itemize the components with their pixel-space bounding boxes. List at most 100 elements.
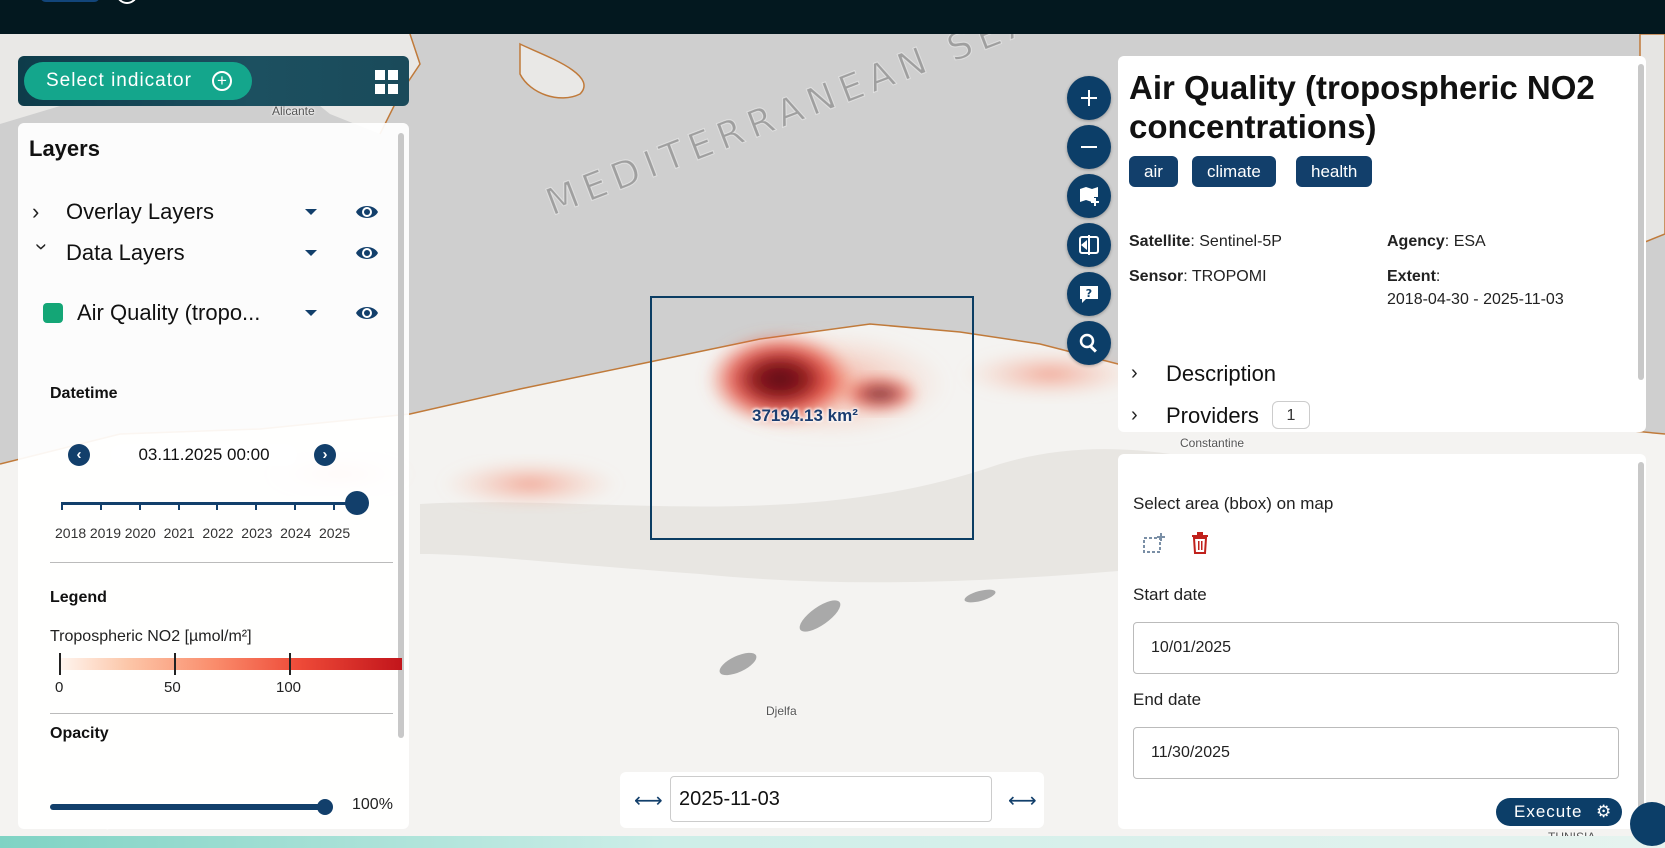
layer-group-overlay[interactable]: › Overlay Layers	[18, 194, 398, 230]
year-label: 2020	[124, 525, 156, 541]
year-tick	[255, 502, 258, 510]
legend-label: Legend	[50, 589, 107, 606]
meta-agency: Agency: ESA	[1387, 233, 1486, 250]
start-date-input[interactable]: 10/01/2025	[1133, 622, 1619, 674]
minus-icon	[1081, 146, 1097, 148]
indicator-title: Air Quality (tropospheric NO2 concentrat…	[1129, 69, 1595, 145]
year-label: 2024	[280, 525, 312, 541]
process-panel: Select area (bbox) on map Start date 10/…	[1118, 454, 1646, 829]
indicator-bar: Select indicator +	[18, 56, 409, 106]
chevron-right-icon[interactable]: ›	[32, 201, 52, 223]
map-plus-icon	[1080, 187, 1099, 206]
year-tick	[216, 502, 219, 510]
description-expander[interactable]: › Description	[1118, 359, 1518, 389]
year-tick	[294, 502, 297, 510]
chevron-left-icon[interactable]: ‹	[68, 444, 90, 466]
layer-item-air-quality[interactable]: Air Quality (tropo...	[18, 295, 398, 331]
execute-button[interactable]: Execute ⚙	[1496, 798, 1622, 826]
add-map-layer-button[interactable]	[1067, 174, 1111, 218]
divider	[50, 562, 393, 563]
year-tick	[138, 502, 141, 510]
zoom-out-button[interactable]	[1067, 125, 1111, 169]
info-scrollbar[interactable]	[1638, 64, 1644, 380]
year-slider-track[interactable]	[61, 502, 361, 505]
tag-chip[interactable]: air	[1129, 156, 1178, 187]
chevron-down-icon[interactable]: ›	[30, 243, 55, 263]
tag-chip[interactable]: health	[1296, 156, 1373, 187]
providers-label: Providers	[1166, 403, 1259, 428]
help-button[interactable]: ?	[1067, 272, 1111, 316]
datetime-input[interactable]: 03.11.2025 00:00	[111, 444, 297, 466]
legend-tick	[289, 653, 291, 675]
layer-group-data[interactable]: › Data Layers	[18, 235, 398, 271]
svg-text:?: ?	[1086, 287, 1092, 300]
partner-logo	[116, 0, 138, 4]
legend-tick	[59, 653, 61, 675]
process-scrollbar[interactable]	[1638, 462, 1644, 814]
trash-icon[interactable]	[1190, 532, 1210, 554]
layer-group-label: Overlay Layers	[66, 199, 214, 224]
search-button[interactable]	[1067, 321, 1111, 365]
help-chat-icon: ?	[1080, 286, 1098, 303]
end-date-label: End date	[1133, 690, 1202, 709]
meta-extent: 2018-04-30 - 2025-11-03	[1387, 291, 1564, 308]
time-input[interactable]: 2025-11-03	[670, 776, 992, 822]
search-icon	[1079, 333, 1097, 353]
grid-view-icon[interactable]	[375, 70, 399, 94]
end-date-input[interactable]: 11/30/2025	[1133, 727, 1619, 779]
tag-chip[interactable]: climate	[1192, 156, 1276, 187]
divider	[50, 713, 393, 714]
layers-panel: Layers › Overlay Layers › Data Layers Ai…	[18, 123, 409, 829]
caret-down-icon[interactable]	[305, 209, 317, 215]
opacity-value: 100%	[352, 796, 393, 813]
year-tick	[177, 502, 180, 510]
bbox-label: Select area (bbox) on map	[1133, 494, 1334, 513]
meta-satellite: Satellite: Sentinel-5P	[1129, 233, 1282, 250]
bottom-strip	[0, 836, 1665, 848]
legend-tick-label: 50	[164, 679, 181, 696]
app-logo[interactable]	[40, 0, 100, 2]
year-label: 2019	[89, 525, 121, 541]
legend-tick-label: 100	[276, 679, 302, 696]
chevron-right-icon[interactable]: ›	[314, 444, 336, 466]
layer-group-label: Data Layers	[66, 240, 185, 265]
caret-down-icon[interactable]	[305, 250, 317, 256]
compare-right-arrow-icon[interactable]: ⟷	[1008, 788, 1037, 813]
layers-scrollbar[interactable]	[398, 133, 404, 738]
description-label: Description	[1166, 361, 1277, 386]
opacity-label: Opacity	[50, 725, 109, 742]
plus-circle-icon: +	[212, 71, 232, 91]
compare-icon	[1079, 235, 1099, 255]
city-label: Djelfa	[766, 704, 797, 718]
datetime-label: Datetime	[50, 385, 118, 402]
opacity-slider-track[interactable]	[50, 804, 325, 810]
providers-expander[interactable]: › Providers 1	[1118, 401, 1518, 431]
city-label: Constantine	[1180, 436, 1245, 450]
caret-down-icon[interactable]	[305, 310, 317, 316]
year-label: 2021	[163, 525, 195, 541]
compare-left-arrow-icon[interactable]: ⟷	[634, 788, 663, 813]
time-control-bar: ⟷ 2025-11-03 ⟷	[620, 772, 1044, 828]
draw-bbox-icon[interactable]	[1142, 532, 1166, 554]
meta-sensor: Sensor: TROPOMI	[1129, 268, 1267, 285]
year-label: 2025	[319, 525, 351, 541]
area-measurement: 37194.13 km²	[752, 406, 858, 425]
start-date-label: Start date	[1133, 585, 1207, 604]
year-slider-thumb[interactable]	[345, 491, 369, 515]
eye-icon[interactable]	[355, 243, 379, 263]
layers-title: Layers	[29, 136, 100, 161]
gear-icon: ⚙	[1596, 802, 1613, 821]
year-tick	[61, 502, 63, 510]
compare-button[interactable]	[1067, 223, 1111, 267]
providers-count-badge: 1	[1272, 401, 1310, 429]
year-label: 2018	[55, 525, 87, 541]
layer-color-swatch	[43, 303, 63, 323]
select-indicator-button[interactable]: Select indicator +	[24, 62, 252, 100]
execute-label: Execute	[1514, 802, 1583, 821]
plus-icon	[1081, 90, 1097, 106]
eye-icon[interactable]	[355, 202, 379, 222]
opacity-slider-thumb[interactable]	[317, 799, 333, 815]
eye-icon[interactable]	[355, 303, 379, 323]
zoom-in-button[interactable]	[1067, 76, 1111, 120]
year-label: 2023	[241, 525, 273, 541]
